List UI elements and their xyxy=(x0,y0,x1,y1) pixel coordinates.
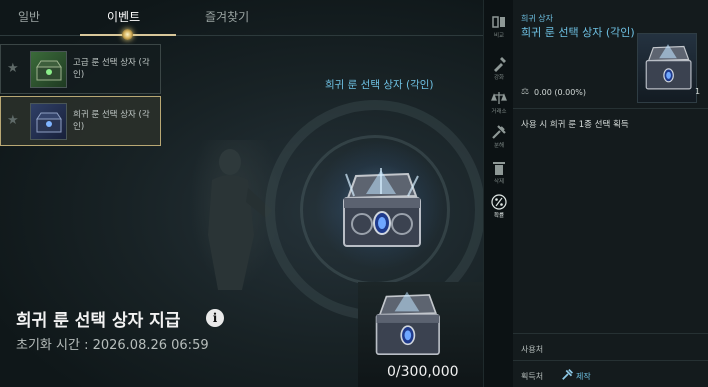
tab-event[interactable]: 이벤트 xyxy=(107,8,140,25)
exchange-button[interactable]: 거래소 xyxy=(484,86,514,122)
compare-label: 비교 xyxy=(493,33,505,39)
item-action-sidebar: 비교 강화 거래소 분해 삭제 확률 xyxy=(483,0,513,387)
enhance-icon xyxy=(494,57,506,72)
reward-title: 희귀 룬 선택 상자 지급 xyxy=(16,311,181,331)
delete-label: 삭제 xyxy=(493,179,505,185)
delete-button[interactable]: 삭제 xyxy=(484,156,514,192)
craft-icon xyxy=(562,369,573,380)
item-detail-panel: 희귀 상자 희귀 룬 선택 상자 (각인) ⚖ 0.00 (0.00%) 1 사… xyxy=(513,0,708,387)
item-weight: 0.00 (0.00%) xyxy=(534,88,587,97)
item-image xyxy=(637,33,697,103)
list-item-name: 희귀 룬 선택 상자 (각인) xyxy=(73,110,150,132)
detail-divider xyxy=(513,333,708,334)
rare-rune-chest-icon xyxy=(343,168,421,247)
blue-chest-icon xyxy=(30,103,67,140)
favorite-star-icon[interactable]: ★ xyxy=(7,61,19,76)
item-list-panel: 일반 이벤트 즐겨찾기 ★ 고급 룬 선택 상자 (각인) ★ 희귀 룬 선택 … xyxy=(0,0,483,387)
list-item-advanced-rune-box[interactable]: ★ 고급 룬 선택 상자 (각인) xyxy=(0,44,161,94)
item-name: 희귀 룬 선택 상자 (각인) xyxy=(521,26,635,39)
acquire-label: 획득처 xyxy=(521,372,544,381)
exchange-label: 거래소 xyxy=(491,109,507,115)
detail-divider xyxy=(513,360,708,361)
probability-label: 확률 xyxy=(493,213,505,219)
acquire-craft-link[interactable]: 제작 xyxy=(576,371,591,382)
exchange-icon xyxy=(491,92,507,104)
usage-label: 사용처 xyxy=(521,345,544,354)
detail-divider xyxy=(513,108,708,109)
item-count: 1 xyxy=(695,87,701,96)
item-chest-icon xyxy=(645,44,692,90)
reward-progress: 0/300,000 xyxy=(387,364,459,380)
tab-divider xyxy=(0,35,483,36)
info-icon[interactable]: i xyxy=(206,309,224,327)
reset-time: 초기화 시간 : 2026.08.26 06:59 xyxy=(16,338,209,353)
list-item-name: 고급 룬 선택 상자 (각인) xyxy=(73,58,150,80)
probability-button[interactable]: 확률 xyxy=(484,190,514,226)
dismantle-label: 분해 xyxy=(493,143,505,149)
item-description: 사용 시 희귀 룬 1종 선택 획득 xyxy=(521,120,629,130)
enhance-label: 강화 xyxy=(493,75,505,81)
preview-item-title: 희귀 룬 선택 상자 (각인) xyxy=(325,79,434,91)
enhance-button[interactable]: 강화 xyxy=(484,52,514,88)
trash-icon xyxy=(493,162,505,175)
item-type: 희귀 상자 xyxy=(521,14,553,23)
weight-icon: ⚖ xyxy=(521,87,530,97)
tab-general[interactable]: 일반 xyxy=(18,8,40,25)
list-item-rare-rune-box[interactable]: ★ 희귀 룬 선택 상자 (각인) xyxy=(0,96,161,146)
compare-button[interactable]: 비교 xyxy=(484,10,514,46)
dismantle-button[interactable]: 분해 xyxy=(484,120,514,156)
dismantle-icon xyxy=(492,125,506,139)
compare-icon xyxy=(492,16,505,28)
tab-favorites[interactable]: 즐겨찾기 xyxy=(205,8,249,25)
active-tab-indicator-icon xyxy=(122,29,133,40)
tab-bar: 일반 이벤트 즐겨찾기 xyxy=(0,0,483,40)
reward-chest-icon xyxy=(375,291,440,356)
green-chest-icon xyxy=(30,51,67,88)
probability-icon xyxy=(491,194,507,210)
favorite-star-icon[interactable]: ★ xyxy=(7,113,19,128)
